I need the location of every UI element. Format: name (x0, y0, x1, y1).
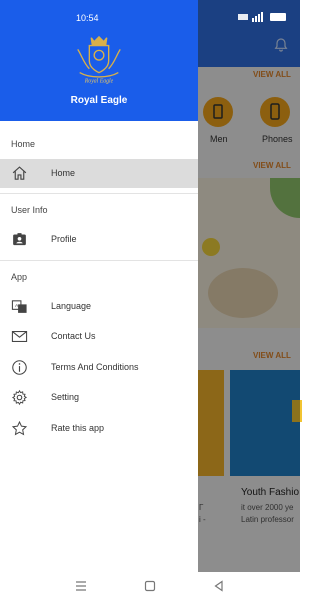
section-title-app: App (11, 272, 28, 282)
logo-text: Royal Eagle (84, 78, 114, 84)
royal-eagle-logo: Royal Eagle (77, 35, 121, 84)
info-icon (12, 360, 27, 375)
drawer-item-contact-us[interactable]: Contact Us (0, 322, 198, 351)
back-icon[interactable] (212, 579, 226, 593)
mail-icon (11, 331, 28, 342)
brand-name: Royal Eagle (70, 95, 128, 106)
drawer-item-profile[interactable]: Profile (0, 225, 198, 254)
drawer-item-terms[interactable]: Terms And Conditions (0, 353, 198, 382)
drawer-item-label: Profile (51, 234, 77, 244)
navigation-drawer: 10:54 Royal Eagle Royal Eagle Home Home … (0, 0, 198, 572)
star-icon (11, 420, 28, 436)
drawer-header: 10:54 Royal Eagle Royal Eagle (0, 0, 198, 121)
drawer-item-label: Setting (51, 392, 80, 402)
home-button-icon[interactable] (143, 579, 157, 593)
section-title-home: Home (11, 139, 36, 149)
drawer-item-label: Contact Us (51, 331, 96, 341)
divider (0, 193, 198, 194)
section-title-user-info: User Info (11, 205, 48, 215)
menu-icon[interactable] (74, 579, 88, 593)
home-icon (12, 166, 27, 180)
divider (0, 260, 198, 261)
drawer-item-label: Rate this app (51, 423, 105, 433)
drawer-item-rate-app[interactable]: Rate this app (0, 414, 198, 443)
drawer-item-label: Language (51, 301, 92, 311)
system-nav-bar (0, 572, 300, 600)
drawer-item-setting[interactable]: Setting (0, 383, 198, 412)
gear-icon (11, 389, 28, 406)
drawer-item-label: Home (51, 168, 76, 178)
status-icons (238, 12, 294, 22)
drawer-item-label: Terms And Conditions (51, 362, 139, 372)
drawer-item-language[interactable]: A Language (0, 292, 198, 321)
profile-icon (13, 233, 26, 246)
drawer-item-home[interactable]: Home (0, 159, 198, 188)
status-time: 10:54 (76, 13, 99, 23)
language-icon: A (11, 300, 27, 313)
